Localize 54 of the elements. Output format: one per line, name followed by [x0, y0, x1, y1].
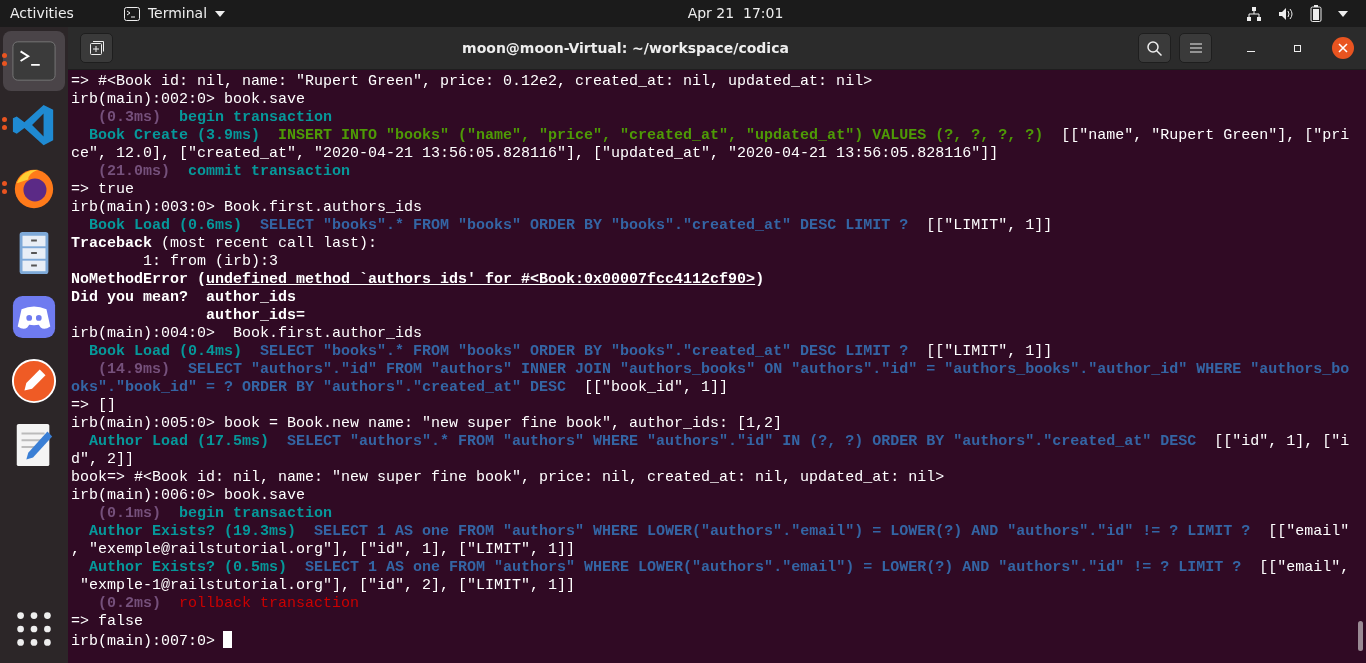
- terminal-line: 1: from (irb):3: [142, 253, 279, 270]
- terminal-line: , "exemple@railstutorial.org"], ["id", 1], ["LIMIT", 1]]: [71, 541, 576, 558]
- terminal-line: (0.3ms) begin transaction: [97, 109, 333, 126]
- terminal-line: (0.2ms) rollback transaction: [97, 595, 360, 612]
- scrollbar-thumb[interactable]: [1358, 621, 1363, 651]
- controller-icon: [11, 294, 57, 340]
- menu-button[interactable]: [1179, 33, 1212, 63]
- network-icon[interactable]: [1246, 5, 1262, 22]
- caret-icon: [215, 10, 226, 17]
- terminal-line: Traceback (most recent call last):: [71, 235, 378, 252]
- terminal-line: book=> #<Book id: nil, name: "new super fine book", price: nil, created_at: nil, updated_at: nil>: [71, 469, 945, 486]
- terminal-line: author_ids=: [205, 307, 306, 324]
- terminal-line: Author Exists? (0.5ms) SELECT 1 AS one FROM "authors" WHERE LOWER("authors"."email") = LOWER(?) AND "authors"."id" != ? LIMIT ? [["email",: [88, 559, 1350, 576]
- close-icon: [1332, 37, 1354, 59]
- menu-icon: [1189, 43, 1202, 53]
- terminal-line: => #<Book id: nil, name: "Rupert Green", price: 0.12e2, created_at: nil, updated_at: nil>: [71, 73, 873, 90]
- battery-icon[interactable]: [1310, 5, 1322, 22]
- terminal-line: d", 2]]: [71, 451, 134, 468]
- activities-button[interactable]: Activities: [10, 3, 74, 24]
- window-title: moon@moon-Virtual: ~/workspace/codica: [462, 40, 789, 56]
- terminal-line: Book Load (0.4ms) SELECT "books".* FROM "books" ORDER BY "books"."created_at" DESC LIMIT ? [["LIMIT", 1]]: [88, 343, 1053, 360]
- terminal-line: Book Load (0.6ms) SELECT "books".* FROM "books" ORDER BY "books"."created_at" DESC LIMIT ? [["LIMIT", 1]]: [88, 217, 1053, 234]
- maximize-icon: [1292, 43, 1302, 53]
- terminal-line: (14.9ms) SELECT "authors"."id" FROM "authors" INNER JOIN "authors_books" ON "authors"."id" = "authors_books"."author_id" WHERE "authors_bo: [97, 361, 1350, 378]
- terminal-line: (21.0ms) commit transaction: [97, 163, 351, 180]
- terminal-line: => true: [71, 181, 134, 198]
- plus-tab-icon: [89, 41, 104, 55]
- terminal-line: NoMethodError (undefined method `authors_ids' for #<Book:0x00007fcc4112cf90>): [71, 271, 765, 288]
- terminal-line: irb(main):002:0> book.save: [71, 91, 306, 108]
- terminal-line: Did you mean? author_ids: [71, 289, 297, 306]
- terminal-line: (0.1ms) begin transaction: [97, 505, 333, 522]
- minimize-icon: [1247, 51, 1255, 52]
- terminal-icon: [123, 6, 140, 21]
- terminal-line: irb(main):007:0>: [71, 633, 216, 650]
- terminal-line: ce", 12.0], ["created_at", "2020-04-21 13:56:05.828116"], ["updated_at", "2020-04-21 13:56:05.828116"]]: [71, 145, 999, 162]
- search-button[interactable]: [1138, 33, 1171, 63]
- terminal-line: Author Exists? (19.3ms) SELECT 1 AS one FROM "authors" WHERE LOWER("authors"."email") = LOWER(?) AND "authors"."id" != ? LIMIT ? [["email": [88, 523, 1350, 540]
- terminal-line: Author Load (17.5ms) SELECT "authors".* FROM "authors" WHERE "authors"."id" IN (?, ?) ORDER BY "authors"."created_at" DESC [["id", 1], ["i: [88, 433, 1350, 450]
- terminal-line: "exmple-1@railstutorial.org"], ["id", 2], ["LIMIT", 1]]: [79, 577, 576, 594]
- app-menu[interactable]: Terminal: [147, 3, 208, 24]
- clock[interactable]: Apr 21 17:01: [687, 5, 784, 21]
- new-tab-button[interactable]: [80, 33, 113, 63]
- terminal-line: irb(main):003:0> Book.first.authors_ids: [71, 199, 423, 216]
- terminal-line: Book Create (3.9ms) INSERT INTO "books" ("name", "price", "created_at", "updated_at") VALUES (?, ?, ?, ?) [["name", "Rupert Green"], ["pri: [88, 127, 1350, 144]
- terminal-line: irb(main):004:0> Book.first.author_ids: [71, 325, 423, 342]
- terminal-line: oks"."book_id" = ? ORDER BY "authors"."created_at" DESC [["book_id", 1]]: [71, 379, 729, 396]
- terminal-line: irb(main):005:0> book = Book.new name: "new super fine book", author_ids: [1,2]: [71, 415, 783, 432]
- terminal-icon: [11, 38, 57, 84]
- pen-icon: [11, 358, 57, 404]
- terminal-line: => []: [71, 397, 116, 414]
- caret-icon[interactable]: [1338, 10, 1348, 17]
- terminal-line: => false: [71, 613, 143, 630]
- terminal-line: irb(main):006:0> book.save: [71, 487, 306, 504]
- search-icon: [1147, 40, 1162, 56]
